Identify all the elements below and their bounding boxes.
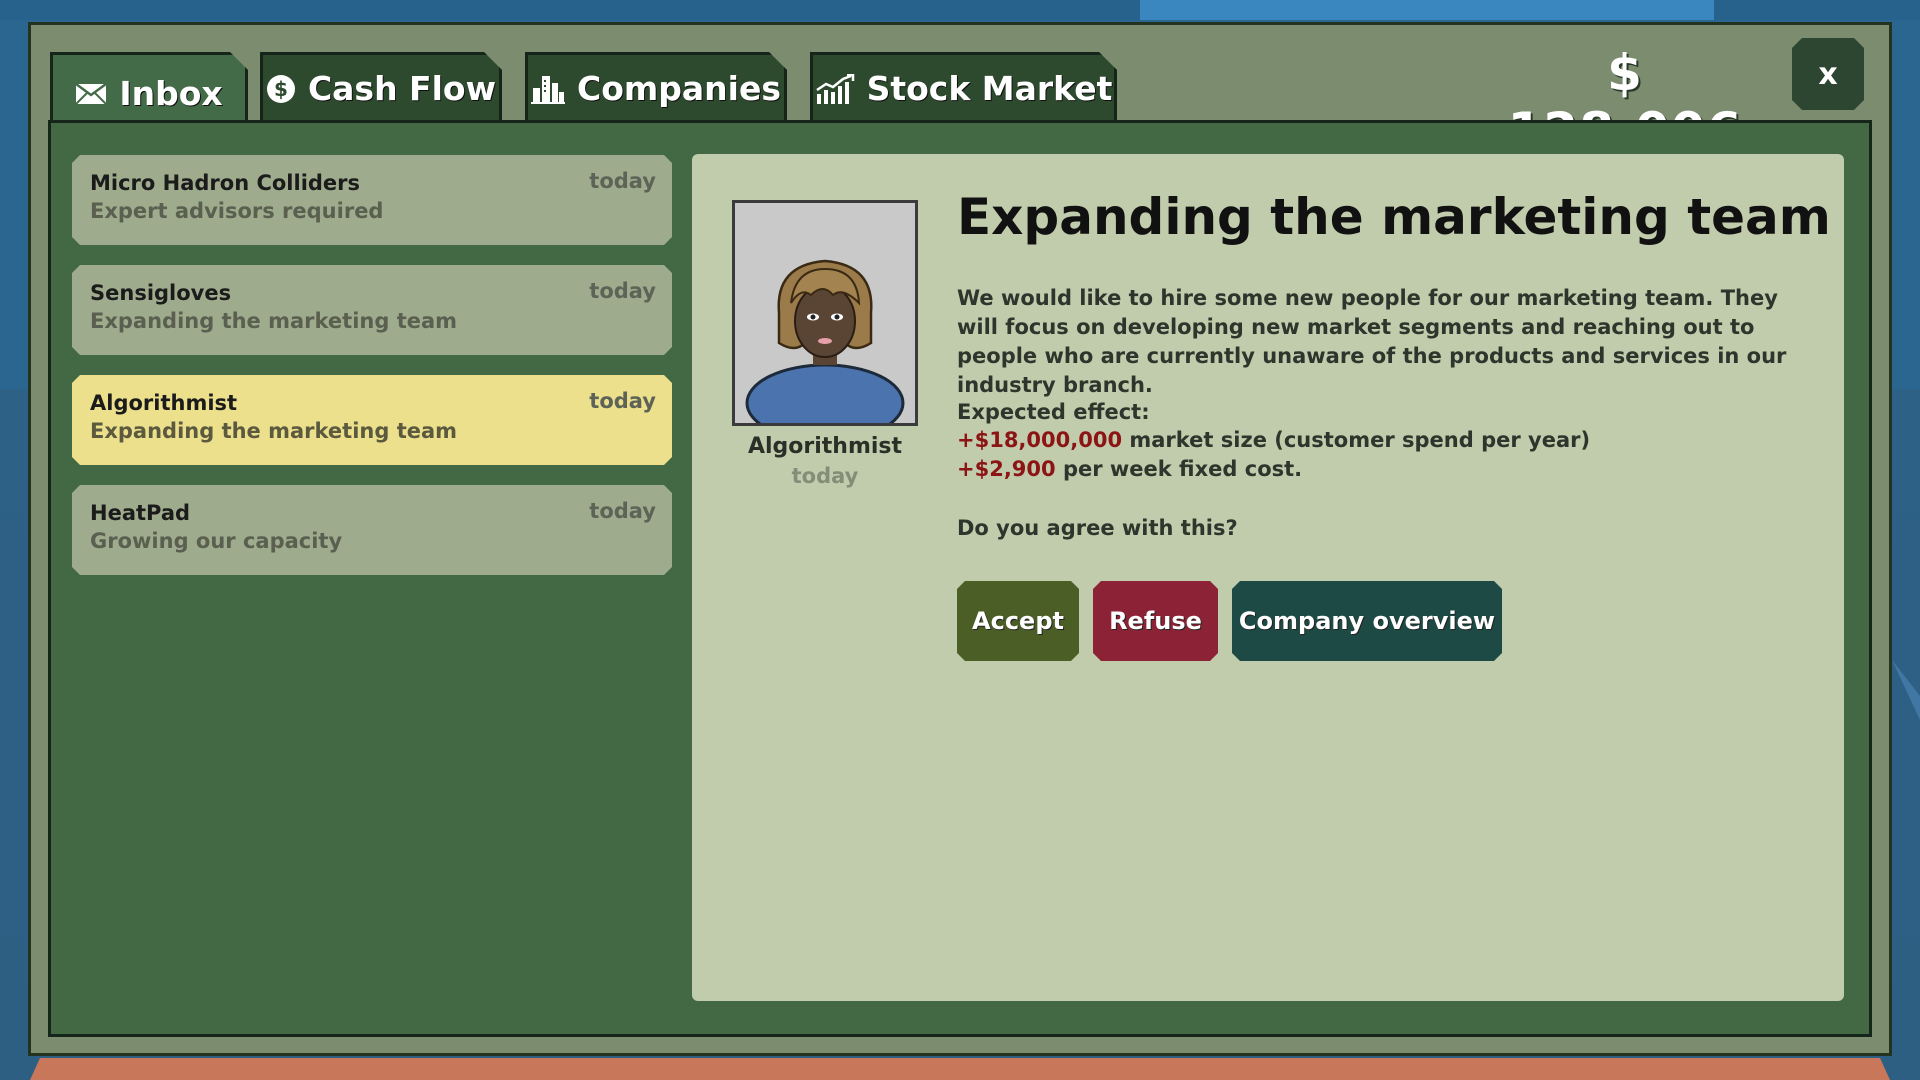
effect-line: +$2,900 per week fixed cost. xyxy=(957,457,1302,481)
tab-label: Inbox xyxy=(119,74,223,113)
message-sender: Micro Hadron Colliders xyxy=(90,171,361,195)
close-button[interactable]: x xyxy=(1792,38,1864,110)
tab-cash-flow[interactable]: $ Cash Flow xyxy=(260,52,502,122)
background-highlight xyxy=(1140,0,1714,20)
agree-question: Do you agree with this? xyxy=(957,516,1238,540)
message-body: We would like to hire some new people fo… xyxy=(957,286,1787,397)
svg-text:$: $ xyxy=(274,77,288,101)
message-sender: Algorithmist xyxy=(90,391,238,415)
message-subject: Growing our capacity xyxy=(90,529,343,553)
message-time: today xyxy=(589,499,656,523)
message-subject: Expanding the marketing team xyxy=(90,419,458,443)
effect-value: +$18,000,000 xyxy=(957,428,1123,452)
avatar xyxy=(745,259,905,423)
message-item[interactable]: Sensigloves Expanding the marketing team… xyxy=(72,265,672,355)
message-sender: HeatPad xyxy=(90,501,191,525)
background-bottom-bar xyxy=(30,1058,1890,1080)
message-time: today xyxy=(589,169,656,193)
message-item[interactable]: Micro Hadron Colliders Expert advisors r… xyxy=(72,155,672,245)
effect-text: per week fixed cost. xyxy=(1055,457,1303,481)
tab-label: Companies xyxy=(577,69,781,108)
expected-effect-label: Expected effect: xyxy=(957,400,1150,424)
company-overview-button[interactable]: Company overview xyxy=(1232,581,1502,661)
sender-portrait xyxy=(732,200,918,426)
effect-text: market size (customer spend per year) xyxy=(1122,428,1591,452)
tab-label: Cash Flow xyxy=(307,69,497,108)
tab-label: Stock Market xyxy=(866,69,1113,108)
buildings-icon xyxy=(531,74,565,104)
effect-line: +$18,000,000 market size (customer spend… xyxy=(957,428,1590,452)
dollar-coin-icon: $ xyxy=(266,74,296,104)
tab-companies[interactable]: Companies xyxy=(525,52,787,122)
refuse-button[interactable]: Refuse xyxy=(1093,581,1218,661)
message-title: Expanding the marketing team xyxy=(957,188,1831,246)
background-shard xyxy=(1892,660,1920,720)
envelope-icon xyxy=(75,82,107,106)
tab-inbox[interactable]: Inbox xyxy=(50,52,248,124)
portrait-time: today xyxy=(791,464,859,488)
message-time: today xyxy=(589,279,656,303)
portrait-sender-name: Algorithmist xyxy=(747,434,903,459)
message-sender: Sensigloves xyxy=(90,281,232,305)
message-subject: Expert advisors required xyxy=(90,199,384,223)
accept-button[interactable]: Accept xyxy=(957,581,1079,661)
effect-value: +$2,900 xyxy=(957,457,1056,481)
message-item-selected[interactable]: Algorithmist Expanding the marketing tea… xyxy=(72,375,672,465)
message-time: today xyxy=(589,389,656,413)
message-item[interactable]: HeatPad Growing our capacity today xyxy=(72,485,672,575)
stock-chart-icon xyxy=(815,74,855,104)
message-subject: Expanding the marketing team xyxy=(90,309,458,333)
tab-stock-market[interactable]: Stock Market xyxy=(810,52,1117,122)
